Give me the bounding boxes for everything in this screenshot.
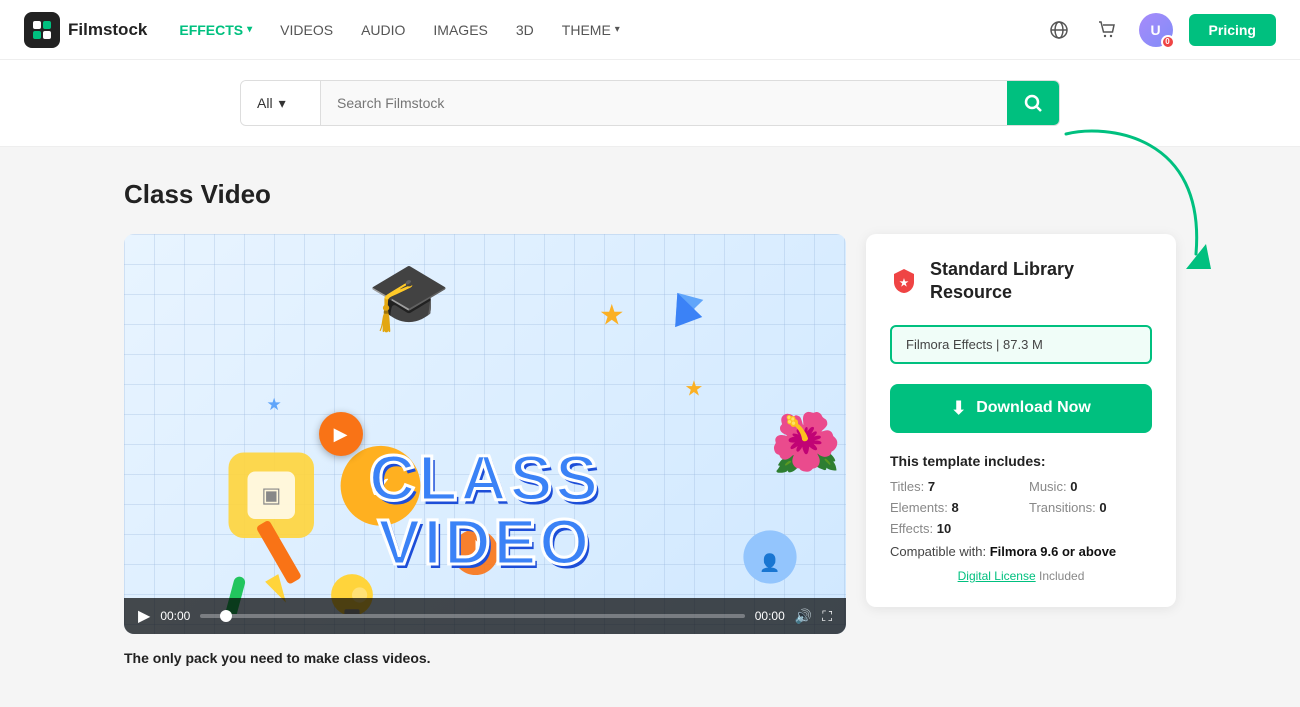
page-title: Class Video — [124, 179, 1176, 210]
download-button[interactable]: ⬇ Download Now — [890, 384, 1152, 433]
theme-arrow-icon: ▾ — [615, 24, 620, 35]
header: Filmstock EFFECTS ▾ VIDEOS AUDIO IMAGES … — [0, 0, 1300, 60]
pricing-button[interactable]: Pricing — [1189, 14, 1276, 46]
time-current: 00:00 — [160, 609, 190, 623]
svg-text:🌺: 🌺 — [770, 410, 841, 475]
video-thumbnail: 🎓 ▣ ✓ ★ ★ ★ — [124, 234, 846, 634]
main-content: Class Video 🎓 ▣ ✓ ★ ★ — [100, 147, 1200, 698]
avatar-wrap[interactable]: U 0 — [1139, 13, 1173, 47]
progress-bar[interactable] — [200, 614, 744, 618]
file-info-box: Filmora Effects | 87.3 M — [890, 325, 1152, 364]
nav-3d[interactable]: 3D — [516, 22, 534, 38]
elements-item: Elements: 8 — [890, 500, 1013, 515]
effects-item: Effects: 10 — [890, 521, 1152, 536]
license-area: Digital License Included — [890, 569, 1152, 583]
play-button[interactable]: ▶ — [138, 606, 150, 626]
play-overlay-icon: ▶ — [319, 412, 363, 456]
download-icon: ⬇ — [951, 398, 966, 419]
transitions-item: Transitions: 0 — [1029, 500, 1152, 515]
time-total: 00:00 — [755, 609, 785, 623]
video-controls: ▶ 00:00 00:00 🔊 ⛶ — [124, 598, 846, 634]
titles-item: Titles: 7 — [890, 479, 1013, 494]
video-caption: The only pack you need to make class vid… — [124, 650, 1176, 666]
volume-icon[interactable]: 🔊 — [795, 608, 812, 625]
nav-effects[interactable]: EFFECTS ▾ — [179, 22, 252, 38]
header-right: U 0 Pricing — [1043, 13, 1276, 47]
nav-audio[interactable]: AUDIO — [361, 22, 405, 38]
video-panel: 🎓 ▣ ✓ ★ ★ ★ — [124, 234, 846, 634]
template-includes: This template includes: Titles: 7 Music:… — [890, 453, 1152, 583]
logo-icon — [24, 12, 60, 48]
includes-title: This template includes: — [890, 453, 1152, 469]
arrow-decoration — [1046, 114, 1226, 294]
nav-videos[interactable]: VIDEOS — [280, 22, 333, 38]
logo[interactable]: Filmstock — [24, 12, 147, 48]
cart-icon[interactable] — [1091, 14, 1123, 46]
digital-license-link[interactable]: Digital License — [958, 569, 1036, 583]
license-included-text: Included — [1039, 569, 1084, 583]
nav: EFFECTS ▾ VIDEOS AUDIO IMAGES 3D THEME ▾ — [179, 22, 1042, 38]
svg-text:★: ★ — [900, 278, 909, 289]
svg-text:★: ★ — [599, 299, 625, 331]
effects-arrow-icon: ▾ — [247, 24, 252, 35]
nav-images[interactable]: IMAGES — [433, 22, 487, 38]
svg-text:★: ★ — [267, 395, 282, 414]
search-input[interactable] — [321, 81, 1007, 125]
compat-item: Compatible with: Filmora 9.6 or above — [890, 544, 1152, 559]
svg-text:🎓: 🎓 — [368, 261, 451, 335]
svg-text:▣: ▣ — [261, 484, 281, 507]
fullscreen-icon[interactable]: ⛶ — [822, 608, 832, 625]
progress-dot — [220, 610, 232, 622]
content-area: 🎓 ▣ ✓ ★ ★ ★ — [124, 234, 1176, 634]
select-arrow-icon: ▾ — [279, 95, 286, 112]
template-grid: Titles: 7 Music: 0 Elements: 8 Transitio… — [890, 479, 1152, 515]
shield-icon: ★ — [890, 267, 918, 295]
music-item: Music: 0 — [1029, 479, 1152, 494]
right-panel: ★ Standard Library Resource Filmora Effe… — [866, 234, 1176, 607]
svg-text:★: ★ — [685, 378, 704, 401]
search-category-select[interactable]: All ▾ — [241, 81, 321, 125]
logo-text: Filmstock — [68, 20, 147, 40]
nav-theme[interactable]: THEME ▾ — [562, 22, 620, 38]
svg-text:👤: 👤 — [759, 552, 780, 572]
notification-badge: 0 — [1161, 35, 1175, 49]
globe-icon[interactable] — [1043, 14, 1075, 46]
search-bar: All ▾ — [240, 80, 1060, 126]
